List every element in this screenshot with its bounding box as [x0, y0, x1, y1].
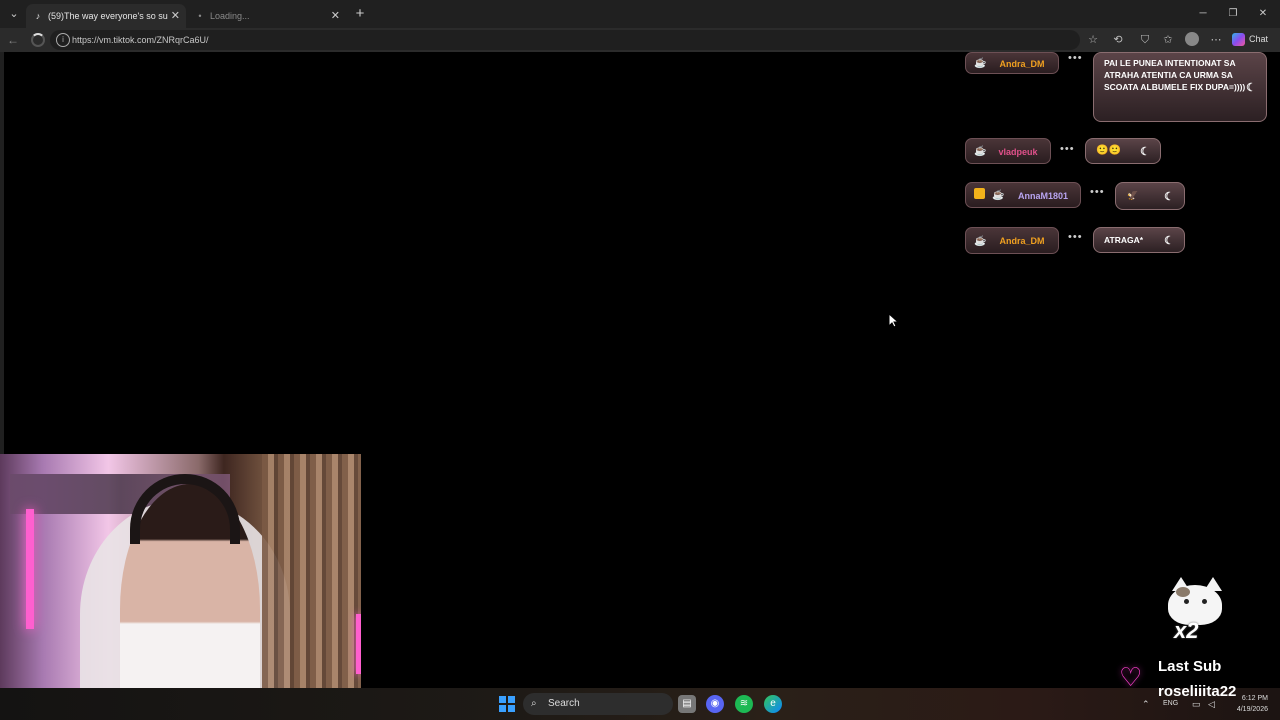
minimize-icon[interactable]: ─	[1195, 6, 1211, 22]
ellipsis-icon: •••	[1068, 231, 1083, 243]
moon-icon: ☾	[1164, 235, 1174, 247]
search-label: Search	[548, 698, 580, 709]
taskbar-search[interactable]: ⌕ Search	[523, 693, 673, 715]
chat-message-text: 🦅	[1126, 190, 1139, 201]
chat-username: vladpeuk	[998, 147, 1038, 157]
ellipsis-icon: •••	[1090, 186, 1105, 198]
search-icon: ⌕	[531, 698, 537, 709]
moon-icon: ☾	[1164, 191, 1174, 203]
tab-bar: ⌄ ♪ (59)The way everyone's so suppor ✕ •…	[0, 0, 1280, 28]
ellipsis-icon: •••	[1068, 52, 1083, 64]
subscriber-badge-icon	[974, 188, 985, 199]
loading-spinner-icon[interactable]	[31, 33, 45, 47]
tab-tiktok[interactable]: ♪ (59)The way everyone's so suppor ✕	[26, 4, 186, 28]
chat-message-text: ATRAGA*	[1104, 235, 1144, 245]
webcam-feed	[0, 454, 361, 720]
discord-icon[interactable]: ◉	[706, 695, 724, 713]
loading-dot-icon: •	[198, 11, 202, 21]
chat-username-badge: ☕ Andra_DM	[965, 52, 1059, 74]
tiktok-icon: ♪	[35, 11, 41, 21]
close-tab-icon[interactable]: ✕	[331, 4, 340, 28]
windows-taskbar: ⌕ Search ▤ ◉ ≋ e ⌃ ENG ▭ ◁ 6:12 PM 4/19/…	[0, 688, 1280, 720]
cup-icon: ☕	[992, 190, 1005, 201]
spotify-icon[interactable]: ≋	[735, 695, 753, 713]
chat-username-badge: ☕ Andra_DM	[965, 227, 1059, 254]
more-options-icon[interactable]: ⋯	[1208, 32, 1224, 48]
close-window-icon[interactable]: ✕	[1255, 6, 1271, 22]
chat-message-bubble: 🙂🙂 ☾	[1085, 138, 1161, 164]
chat-username: Andra_DM	[999, 236, 1045, 246]
extensions-icon[interactable]: ⟲	[1110, 32, 1126, 48]
tab-title: (59)The way everyone's so suppor	[48, 11, 168, 21]
moon-icon: ☾	[1246, 82, 1256, 94]
moon-icon: ☾	[1140, 146, 1150, 158]
site-info-icon[interactable]: i	[56, 33, 70, 47]
copilot-chat-button[interactable]: Chat	[1232, 31, 1268, 47]
url-text[interactable]: https://vm.tiktok.com/ZNRqrCa6U/	[72, 30, 209, 50]
heart-icon: ♡	[1119, 662, 1143, 692]
chat-message-bubble: PAI LE PUNEA INTENTIONAT SA ATRAHA ATENT…	[1093, 52, 1267, 122]
tab-title: Loading...	[210, 11, 250, 21]
favorite-star-icon[interactable]: ☆	[1085, 32, 1101, 48]
tab-actions-menu-icon[interactable]: ⌄	[6, 6, 22, 22]
last-sub-name: roseliiita22	[1158, 683, 1237, 700]
chat-username-badge: ☕ AnnaM1801	[965, 182, 1081, 208]
favorites-icon[interactable]: ✩	[1160, 32, 1176, 48]
chat-message-bubble: 🦅 ☾	[1115, 182, 1185, 210]
cup-icon: ☕	[974, 58, 987, 69]
webcam-curtain	[262, 454, 361, 720]
restore-icon[interactable]: ❐	[1225, 6, 1241, 22]
address-bar[interactable]: i https://vm.tiktok.com/ZNRqrCa6U/	[50, 30, 1080, 50]
address-toolbar: ← i https://vm.tiktok.com/ZNRqrCa6U/ ☆ ⟲…	[0, 28, 1280, 52]
copilot-icon	[1232, 33, 1245, 47]
cup-icon: ☕	[974, 236, 987, 247]
windows-start-icon[interactable]	[499, 696, 515, 712]
alert-multiplier: x2	[1174, 618, 1199, 643]
profile-avatar-icon[interactable]	[1185, 32, 1199, 46]
tab-loading[interactable]: • Loading... ✕	[188, 4, 346, 28]
last-sub-label: Last Sub	[1158, 658, 1222, 675]
back-arrow-icon[interactable]: ←	[5, 32, 21, 48]
browser-essentials-icon[interactable]: ⛉	[1137, 32, 1153, 48]
close-tab-icon[interactable]: ✕	[171, 4, 180, 28]
new-tab-button[interactable]: +	[352, 5, 368, 23]
chat-label: Chat	[1249, 34, 1269, 44]
file-explorer-icon[interactable]: ▤	[678, 695, 696, 713]
webcam-neon-light	[26, 509, 34, 629]
chat-username-badge: ☕ vladpeuk	[965, 138, 1051, 164]
chat-username: AnnaM1801	[1017, 191, 1069, 201]
chat-message-text: 🙂🙂	[1096, 145, 1121, 156]
edge-browser-icon[interactable]: e	[764, 695, 782, 713]
ellipsis-icon: •••	[1060, 143, 1075, 155]
chat-username: Andra_DM	[999, 59, 1045, 69]
chat-message-bubble: ATRAGA* ☾	[1093, 227, 1185, 253]
tray-overflow-icon[interactable]: ⌃	[1142, 688, 1150, 720]
mouse-cursor-icon	[888, 313, 898, 328]
chat-message-text: PAI LE PUNEA INTENTIONAT SA ATRAHA ATENT…	[1104, 58, 1246, 92]
clock-date: 4/19/2026	[1236, 706, 1268, 713]
cup-icon: ☕	[974, 146, 987, 157]
webcam-neon-light	[356, 614, 361, 674]
